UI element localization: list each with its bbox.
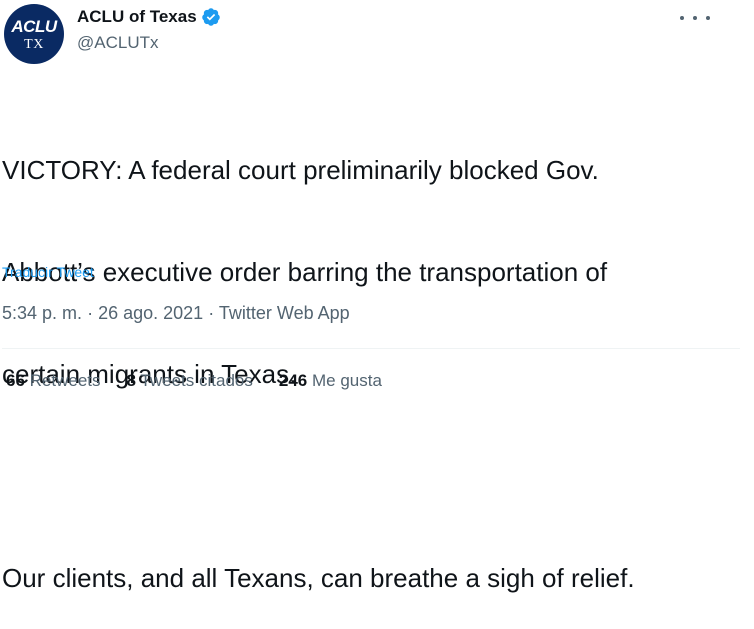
avatar-logo-state: TX	[24, 37, 44, 52]
avatar[interactable]: ACLU TX	[4, 4, 64, 64]
more-icon[interactable]	[680, 8, 710, 28]
retweets-stat[interactable]: 66 Retweets	[6, 371, 101, 391]
tweet-line: Abbott’s executive order barring the tra…	[2, 257, 608, 287]
verified-badge-icon	[201, 8, 220, 26]
meta-separator: ·	[208, 303, 215, 323]
tweet-line: VICTORY: A federal court preliminarily b…	[2, 155, 599, 185]
more-dot	[693, 16, 697, 20]
author-name-row: ACLU of Texas	[77, 7, 221, 27]
retweets-label: Retweets	[29, 371, 101, 390]
tweet-meta: 5:34 p. m. · 26 ago. 2021 · Twitter Web …	[2, 303, 350, 324]
tweet-date[interactable]: 26 ago. 2021	[98, 303, 203, 323]
translate-tweet-link[interactable]: Traducir Tweet	[2, 264, 94, 280]
meta-separator: ·	[87, 303, 94, 323]
tweet-line: Our clients, and all Texans, can breathe…	[2, 563, 635, 593]
tweet-time[interactable]: 5:34 p. m.	[2, 303, 82, 323]
likes-stat[interactable]: 246 Me gusta	[279, 371, 382, 391]
display-name[interactable]: ACLU of Texas	[77, 7, 197, 27]
avatar-logo-text: ACLU	[11, 17, 57, 36]
tweet-source[interactable]: Twitter Web App	[219, 303, 350, 323]
tweet-text: VICTORY: A federal court preliminarily b…	[2, 85, 742, 629]
divider	[2, 348, 740, 349]
retweets-count: 66	[6, 371, 25, 390]
quotes-count: 8	[126, 371, 136, 390]
author-handle[interactable]: @ACLUTx	[77, 33, 159, 53]
quotes-label: Tweets citados	[140, 371, 253, 390]
likes-label: Me gusta	[311, 371, 382, 390]
more-dot	[706, 16, 710, 20]
quote-tweets-stat[interactable]: 8 Tweets citados	[127, 371, 253, 391]
more-dot	[680, 16, 684, 20]
tweet-stats: 66 Retweets 8 Tweets citados 246 Me gust…	[6, 371, 408, 391]
likes-count: 246	[278, 371, 308, 390]
